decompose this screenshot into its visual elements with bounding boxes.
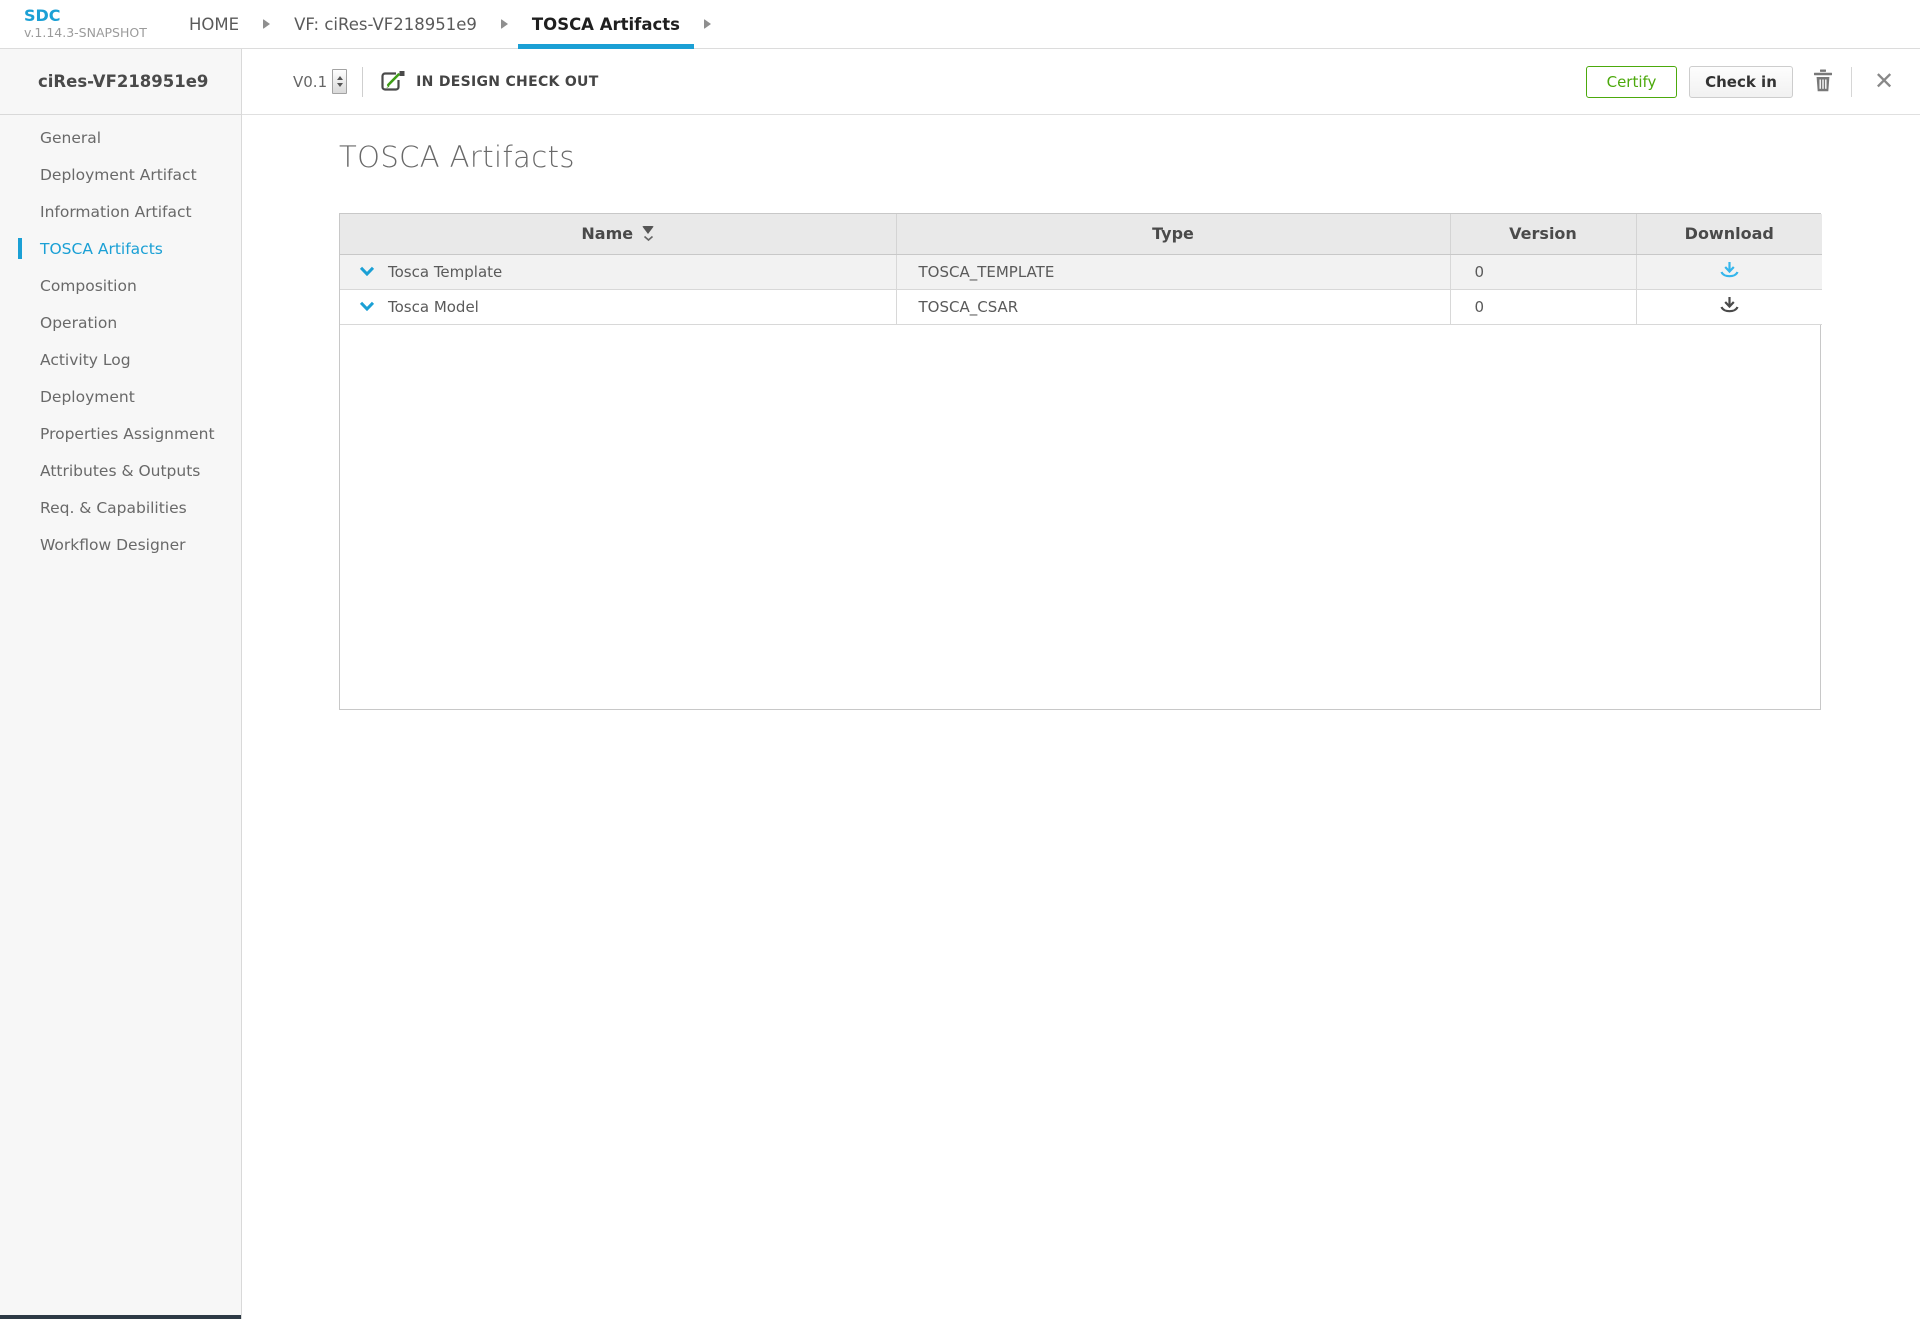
version-label: V0.1 [293,73,327,91]
sort-filter-icon [642,226,654,242]
table-row-tosca-template: Tosca Template TOSCA_TEMPLATE 0 [340,254,1822,289]
artifact-type: TOSCA_CSAR [896,289,1450,324]
sidebar-item-general[interactable]: General [0,119,241,156]
column-header-name-label: Name [581,224,633,243]
column-header-download: Download [1636,214,1822,254]
breadcrumb: HOME VF: ciRes-VF218951e9 TOSCA Artifact… [189,0,735,48]
top-bar: SDC v.1.14.3-SNAPSHOT HOME VF: ciRes-VF2… [0,0,1920,49]
download-button[interactable] [1718,295,1741,318]
chevron-down-icon [359,299,375,314]
sidebar-item-req-capabilities[interactable]: Req. & Capabilities [0,489,241,526]
sidebar-header: ciRes-VF218951e9 [0,49,241,115]
sidebar-item-tosca-artifacts[interactable]: TOSCA Artifacts [0,230,241,267]
toolbar-divider [1851,67,1852,97]
page-title: TOSCA Artifacts [339,140,1920,174]
artifact-name: Tosca Template [388,263,502,281]
chevron-down-icon [359,264,375,279]
download-icon [1718,303,1741,318]
expand-row-button[interactable] [359,264,375,279]
stepper-down-icon [337,83,343,87]
sidebar-item-workflow-designer[interactable]: Workflow Designer [0,526,241,563]
toolbar-actions: Certify Check in [1586,66,1898,98]
artifacts-table: Name Type Versio [340,214,1822,325]
expand-row-button[interactable] [359,299,375,314]
sidebar-item-operation[interactable]: Operation [0,304,241,341]
table-row-tosca-model: Tosca Model TOSCA_CSAR 0 [340,289,1822,324]
download-button[interactable] [1718,260,1741,283]
breadcrumb-separator-icon [704,19,711,29]
artifact-name: Tosca Model [388,298,479,316]
sidebar-item-deployment[interactable]: Deployment [0,378,241,415]
workspace-toolbar: V0.1 IN DESIGN CHECK OUT Certify Check i… [242,49,1920,115]
stepper-up-icon [337,76,343,80]
artifact-type: TOSCA_TEMPLATE [896,254,1450,289]
breadcrumb-vf[interactable]: VF: ciRes-VF218951e9 [294,0,477,48]
sidebar-menu: General Deployment Artifact Information … [0,115,241,563]
sidebar-item-attributes-outputs[interactable]: Attributes & Outputs [0,452,241,489]
toolbar-divider [362,67,363,97]
main-panel: V0.1 IN DESIGN CHECK OUT Certify Check i… [242,49,1920,1319]
breadcrumb-separator-icon [263,19,270,29]
content-area: TOSCA Artifacts Name [242,115,1920,710]
column-header-version: Version [1450,214,1636,254]
sidebar-footer-strip [0,1315,241,1319]
in-design-edit-icon [378,69,406,95]
artifacts-table-container: Name Type Versio [339,213,1821,710]
trash-icon [1813,69,1833,95]
column-header-type: Type [896,214,1450,254]
breadcrumb-tosca-artifacts[interactable]: TOSCA Artifacts [532,0,680,48]
table-header-row: Name Type Versio [340,214,1822,254]
sidebar-item-activity-log[interactable]: Activity Log [0,341,241,378]
artifact-version: 0 [1450,254,1636,289]
column-header-name[interactable]: Name [340,214,896,254]
sidebar-item-information-artifact[interactable]: Information Artifact [0,193,241,230]
breadcrumb-home[interactable]: HOME [189,0,239,48]
close-button[interactable]: ✕ [1870,68,1898,96]
sidebar-item-deployment-artifact[interactable]: Deployment Artifact [0,156,241,193]
sidebar-item-composition[interactable]: Composition [0,267,241,304]
delete-button[interactable] [1813,69,1833,95]
breadcrumb-separator-icon [501,19,508,29]
sdc-logo: SDC v.1.14.3-SNAPSHOT [0,0,189,48]
close-icon: ✕ [1874,69,1894,95]
resource-name: ciRes-VF218951e9 [38,72,208,91]
download-icon [1718,268,1741,283]
artifact-version: 0 [1450,289,1636,324]
sidebar: ciRes-VF218951e9 General Deployment Arti… [0,49,242,1319]
sdc-version-text: v.1.14.3-SNAPSHOT [24,25,189,40]
version-stepper[interactable] [332,69,347,94]
check-in-button[interactable]: Check in [1689,66,1793,98]
sidebar-item-properties-assignment[interactable]: Properties Assignment [0,415,241,452]
lifecycle-status-label: IN DESIGN CHECK OUT [416,74,598,90]
sdc-logo-text: SDC [24,7,189,25]
certify-button[interactable]: Certify [1586,66,1677,98]
